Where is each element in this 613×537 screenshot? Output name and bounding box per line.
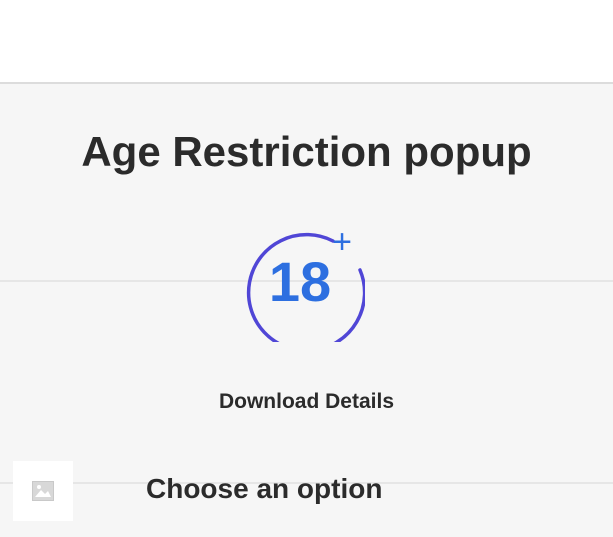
download-details-heading: Download Details [218,390,395,413]
image-placeholder-icon [32,481,54,501]
top-header-bar [0,0,613,84]
page-title: Age Restriction popup [81,128,532,175]
age-restriction-badge: 18 + [241,223,367,353]
choose-option-heading: Choose an option [146,473,383,504]
age-badge-number: 18 [269,250,331,313]
age-18-plus-icon: 18 + [246,223,367,353]
image-thumbnail[interactable] [13,461,73,521]
age-badge-plus: + [332,226,352,261]
